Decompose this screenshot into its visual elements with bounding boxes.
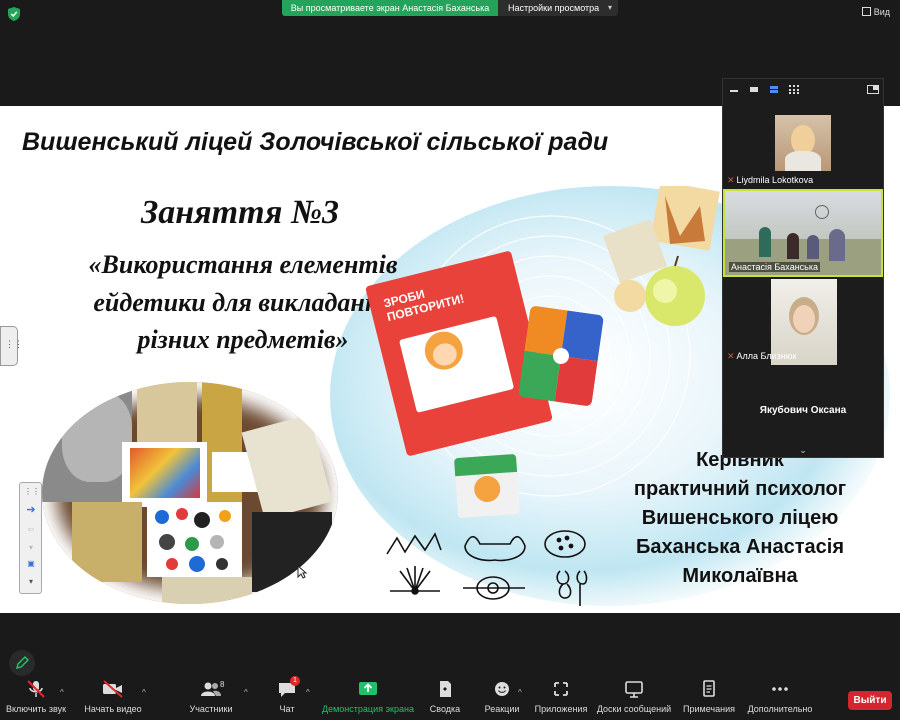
- chevron-down-icon: ⌄: [799, 445, 807, 455]
- participant-tile[interactable]: Якубович Оксана: [723, 365, 883, 453]
- apps-button[interactable]: Приложения: [534, 680, 588, 718]
- summary-button[interactable]: Сводка: [428, 680, 462, 718]
- leader-line: практичний психолог: [633, 478, 847, 500]
- leader-credits: Керівник практичний психолог Вишенського…: [600, 446, 880, 591]
- lesson-number-title: Заняття №3: [140, 194, 340, 231]
- more-button[interactable]: Дополнительно: [746, 680, 814, 718]
- card-game-title: ЗРОБИ ПОВТОРИТИ!: [382, 286, 466, 325]
- view-button-label: Вид: [873, 7, 890, 17]
- zoom-meeting-window: Вы просматриваете экран Анастасія Баханс…: [0, 0, 900, 720]
- minimize-icon[interactable]: [729, 85, 739, 94]
- participants-count: 8: [220, 680, 225, 689]
- video-options-caret-icon[interactable]: ^: [142, 688, 146, 697]
- share-screen-button[interactable]: Демонстрация экрана: [322, 680, 414, 718]
- arrow-left-icon[interactable]: ⇦: [24, 525, 38, 535]
- participant-tile[interactable]: ✕ Алла Близнюк: [723, 277, 883, 365]
- tactile-materials-photo: [42, 382, 338, 604]
- meeting-toolbar: Включить звук ^ Начать видео ^ 8 Участни…: [0, 676, 900, 720]
- reactions-options-caret-icon[interactable]: ^: [518, 688, 522, 697]
- fruit-drawing-cards: [602, 186, 720, 326]
- unmute-button[interactable]: Включить звук: [4, 680, 68, 718]
- summary-icon: [440, 681, 451, 697]
- four-color-card: [517, 305, 605, 407]
- gallery-header: [723, 79, 883, 101]
- dropdown-icon[interactable]: ▾: [24, 543, 38, 553]
- reactions-icon: [495, 682, 509, 696]
- speaker-view-icon[interactable]: [749, 85, 759, 94]
- participant-gallery: ✕ Liydmila Lokotkova Анастасія Баханська …: [722, 78, 884, 458]
- annotation-toolstrip[interactable]: ⋮⋮ ➔ ⇦ ▾ ▣ ▾: [19, 482, 42, 594]
- participant-name: Анастасія Баханська: [731, 262, 818, 272]
- participant-name: Алла Близнюк: [736, 351, 797, 361]
- chat-button[interactable]: 1 Чат: [272, 676, 302, 718]
- gallery-scroll-down[interactable]: ⌄: [723, 443, 883, 457]
- notes-button[interactable]: Примечания: [682, 680, 736, 718]
- mouse-cursor-icon: [297, 565, 307, 579]
- eidetic-symbols-drawing: [386, 530, 588, 606]
- pop-out-icon[interactable]: [867, 85, 879, 94]
- chat-unread-badge: 1: [290, 676, 300, 686]
- grip-icon: ⋮⋮: [24, 487, 40, 496]
- school-name-heading: Вишенський ліцей Золочівської сільської …: [22, 128, 609, 156]
- more-icon: [772, 687, 788, 691]
- audio-options-caret-icon[interactable]: ^: [60, 688, 64, 697]
- mic-muted-icon: [27, 680, 45, 698]
- start-video-button[interactable]: Начать видео: [84, 680, 142, 718]
- leader-line: Вишенського ліцею: [641, 507, 839, 529]
- pencil-icon: [15, 655, 30, 670]
- leader-line: Миколаївна: [682, 565, 798, 587]
- view-options-button[interactable]: Настройки просмотра ▾: [498, 0, 618, 16]
- security-shield-icon[interactable]: [8, 7, 20, 21]
- participant-tile[interactable]: ✕ Liydmila Lokotkova: [723, 101, 883, 189]
- mic-muted-icon: ✕: [727, 175, 735, 185]
- screen-share-status: Вы просматриваете экран Анастасія Баханс…: [282, 0, 498, 16]
- arrow-right-icon[interactable]: ➔: [24, 505, 38, 516]
- annotate-button[interactable]: [9, 650, 35, 676]
- participant-name: Liydmila Lokotkova: [736, 175, 814, 185]
- apps-icon: [554, 682, 568, 696]
- top-bar: Вы просматриваете экран Анастасія Баханс…: [0, 0, 900, 28]
- chevron-down-icon[interactable]: ▾: [24, 577, 38, 587]
- chat-options-caret-icon[interactable]: ^: [306, 688, 310, 697]
- view-button[interactable]: Вид: [861, 7, 890, 17]
- reactions-button[interactable]: Реакции: [484, 680, 520, 718]
- side-panel-handle[interactable]: ⋮⋮: [0, 326, 23, 366]
- mic-muted-icon: ✕: [727, 351, 735, 361]
- notes-icon: [703, 680, 715, 697]
- video-off-icon: [103, 680, 123, 698]
- chevron-down-icon: ▾: [607, 3, 612, 12]
- leader-line: Баханська Анастасія: [636, 536, 844, 558]
- screen-icon[interactable]: ▣: [24, 559, 38, 569]
- whiteboard-icon: [625, 681, 643, 698]
- share-screen-icon: [359, 682, 377, 695]
- participant-tile-active-speaker[interactable]: Анастасія Баханська: [723, 189, 883, 277]
- whiteboards-button[interactable]: Доски сообщений: [596, 680, 672, 718]
- leave-meeting-button[interactable]: Выйти: [848, 691, 892, 710]
- participants-button[interactable]: 8 Участники: [186, 680, 236, 718]
- strip-view-icon[interactable]: [769, 85, 779, 94]
- view-options-label: Настройки просмотра: [508, 3, 600, 13]
- view-grid-icon: [861, 7, 871, 16]
- handle-grip-icon: ⋮⋮: [5, 339, 23, 349]
- small-game-card: [453, 453, 521, 519]
- participant-video: [775, 115, 831, 171]
- participant-name: Якубович Оксана: [759, 405, 847, 416]
- participants-options-caret-icon[interactable]: ^: [244, 688, 248, 697]
- gallery-grid-icon[interactable]: [789, 85, 799, 94]
